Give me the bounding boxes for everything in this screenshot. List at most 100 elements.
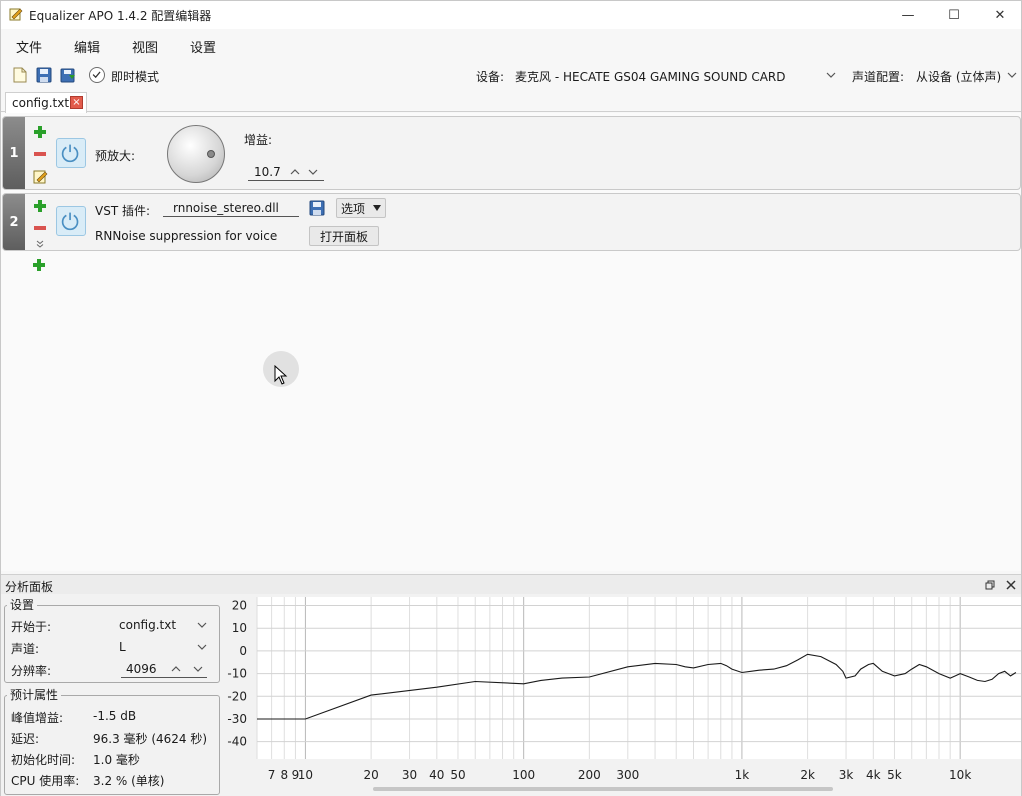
x-tick-label: 10k	[949, 768, 971, 782]
save-as-icon[interactable]	[59, 66, 77, 84]
new-file-icon[interactable]	[11, 66, 29, 84]
chevron-down-icon[interactable]	[193, 665, 203, 673]
latency-label: 延迟:	[11, 732, 40, 746]
peak-gain-value: -1.5 dB	[93, 709, 137, 723]
x-tick-label: 300	[616, 768, 639, 782]
y-tick-label: -40	[227, 735, 247, 749]
instant-mode-label: 即时模式	[111, 70, 160, 84]
power-toggle[interactable]	[56, 138, 86, 168]
preamp-label: 预放大:	[95, 149, 136, 163]
restore-icon[interactable]	[985, 580, 995, 590]
x-tick-label: 20	[363, 768, 378, 782]
power-icon	[61, 212, 79, 231]
filter-editor: 1 预放大: 增益: 10.7 2 VST 插件: rnnoise_stereo…	[1, 113, 1021, 571]
minimize-icon: —	[901, 7, 915, 23]
frequency-response-chart[interactable]: 20100-10-20-30-40 7 8 910 20 30 40 50 100 200 300…	[223, 597, 1021, 795]
filter-index: 2	[3, 194, 25, 250]
start-value: config.txt	[119, 618, 177, 632]
peak-gain-label: 峰值增益:	[11, 711, 64, 725]
start-select[interactable]: config.txt	[115, 614, 211, 634]
options-label: 选项	[340, 201, 365, 216]
resolution-label: 分辨率:	[11, 664, 52, 678]
menu-file[interactable]: 文件	[16, 37, 42, 56]
filter-card-vst: 2 VST 插件: rnnoise_stereo.dll 选项 RNNoise …	[2, 193, 1021, 251]
save-icon[interactable]	[35, 66, 53, 84]
check-icon	[92, 71, 101, 79]
gain-label: 增益:	[244, 133, 273, 147]
cpu-usage-value: 3.2 % (单核)	[93, 774, 165, 788]
x-tick-label: 40	[429, 768, 444, 782]
tab-config[interactable]: config.txt ×	[5, 92, 87, 113]
maximize-button[interactable]: ☐	[931, 1, 977, 29]
close-icon[interactable]	[1006, 580, 1016, 590]
resolution-value: 4096	[126, 662, 157, 676]
instant-mode-checkbox[interactable]	[89, 67, 105, 83]
save-icon[interactable]	[309, 200, 325, 216]
power-toggle[interactable]	[56, 206, 86, 236]
y-tick-label: 0	[239, 644, 247, 658]
toolbar: 即时模式 设备: 麦克风 - HECATE GS04 GAMING SOUND …	[1, 63, 1021, 89]
x-tick-label: 200	[578, 768, 601, 782]
menu-settings[interactable]: 设置	[190, 37, 216, 56]
gain-value: 10.7	[254, 165, 281, 179]
chevron-up-icon[interactable]	[290, 168, 300, 176]
open-panel-label: 打开面板	[319, 229, 368, 244]
settings-group-title: 设置	[7, 596, 38, 613]
window-title: Equalizer APO 1.4.2 配置编辑器	[29, 9, 212, 23]
remove-filter-icon[interactable]	[33, 221, 47, 235]
add-filter-icon[interactable]	[33, 199, 47, 213]
x-tick-label: 8	[280, 768, 288, 782]
edit-icon[interactable]	[33, 169, 48, 184]
expand-icon[interactable]	[35, 240, 45, 248]
app-icon	[9, 8, 23, 21]
add-filter-icon[interactable]	[32, 258, 46, 272]
gain-knob[interactable]	[167, 125, 225, 183]
horizontal-scrollbar[interactable]	[373, 787, 833, 791]
minimize-button[interactable]: —	[885, 1, 931, 29]
cpu-usage-label: CPU 使用率:	[11, 774, 80, 788]
y-tick-label: -20	[227, 689, 247, 703]
chevron-down-icon[interactable]	[308, 168, 318, 176]
device-label: 设备:	[476, 70, 505, 84]
vst-file-input[interactable]: rnnoise_stereo.dll	[163, 199, 299, 217]
menu-bar: 文件 编辑 视图 设置	[1, 29, 1021, 59]
remove-filter-icon[interactable]	[33, 147, 47, 161]
vst-file-value: rnnoise_stereo.dll	[173, 201, 279, 215]
chevron-down-icon	[1007, 72, 1017, 78]
x-tick-label: 100	[512, 768, 535, 782]
x-tick-label: 7	[268, 768, 276, 782]
filter-index: 1	[3, 117, 25, 189]
add-filter-icon[interactable]	[33, 125, 47, 139]
gain-spinbox[interactable]: 10.7	[248, 163, 324, 181]
channel-label: 声道:	[11, 642, 40, 656]
channel-config-value: 从设备 (立体声)	[916, 70, 1002, 84]
vst-label: VST 插件:	[95, 204, 151, 218]
channel-select[interactable]: L	[115, 636, 211, 656]
channel-config-select[interactable]: 从设备 (立体声)	[913, 64, 1019, 86]
x-axis-ticks: 7 8 910 20 30 40 50 100 200 300 1k 2k 3k 4k 5k 10k	[268, 768, 972, 782]
init-time-label: 初始化时间:	[11, 753, 76, 767]
chevron-down-icon	[197, 644, 207, 650]
channel-config-label: 声道配置:	[852, 70, 905, 84]
chevron-up-icon[interactable]	[171, 665, 181, 673]
tab-close-icon[interactable]: ×	[70, 96, 83, 109]
open-panel-button[interactable]: 打开面板	[309, 226, 379, 246]
options-dropdown[interactable]: 选项	[336, 198, 386, 218]
menu-edit[interactable]: 编辑	[74, 37, 100, 56]
y-tick-label: 20	[232, 599, 247, 613]
title-bar: Equalizer APO 1.4.2 配置编辑器 — ☐ ✕	[1, 1, 1021, 29]
channel-value: L	[119, 640, 126, 654]
device-select[interactable]: 麦克风 - HECATE GS04 GAMING SOUND CARD	[512, 64, 840, 86]
close-button[interactable]: ✕	[977, 1, 1022, 29]
resolution-spinbox[interactable]: 4096	[121, 660, 207, 678]
x-tick-label: 2k	[800, 768, 815, 782]
analysis-panel-title: 分析面板	[5, 580, 54, 594]
x-tick-label: 4k	[866, 768, 881, 782]
filter-card-preamp: 1 预放大: 增益: 10.7	[2, 116, 1021, 190]
mouse-cursor-icon	[274, 365, 288, 385]
chevron-down-icon	[197, 622, 207, 628]
init-time-value: 1.0 毫秒	[93, 753, 140, 767]
close-icon: ✕	[994, 7, 1006, 23]
tab-label: config.txt	[12, 96, 70, 110]
menu-view[interactable]: 视图	[132, 37, 158, 56]
